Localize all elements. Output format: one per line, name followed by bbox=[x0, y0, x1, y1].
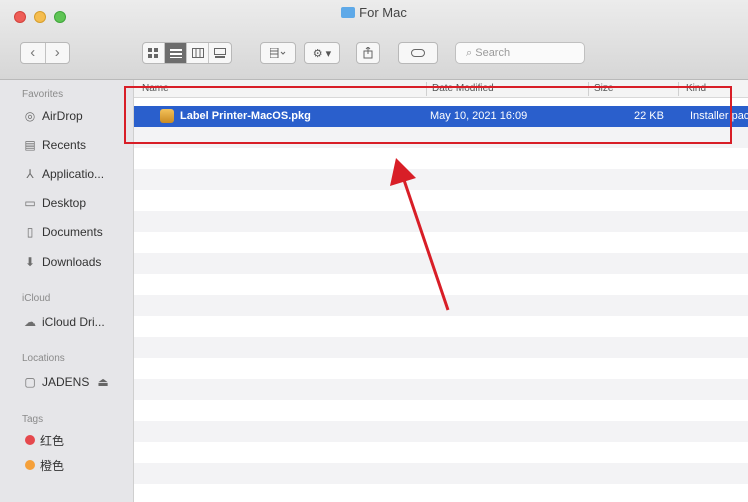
annotation-arrow bbox=[390, 158, 450, 311]
finder-window: For Mac ‹ › ⚙ ▾ ⌕ Search Favorites ◎ Air… bbox=[0, 0, 748, 502]
